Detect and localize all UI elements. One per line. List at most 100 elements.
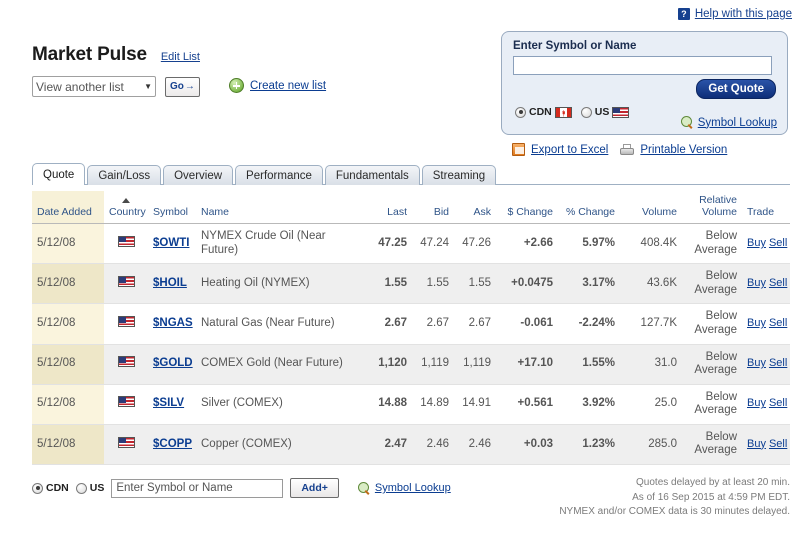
radio-unselected-icon[interactable] (75, 482, 87, 494)
radio-selected-icon[interactable] (32, 482, 43, 494)
add-symbol-lookup-link[interactable]: Symbol Lookup (375, 482, 451, 494)
get-quote-label: Get Quote (708, 83, 764, 95)
create-new-list-link[interactable]: Create new list (250, 80, 326, 92)
col-last[interactable]: Last (368, 191, 412, 225)
cell-last: 14.88 (368, 384, 412, 425)
add-symbol-lookup-row: Symbol Lookup (357, 481, 451, 495)
get-quote-button[interactable]: Get Quote (696, 79, 776, 99)
radio-unselected-icon[interactable] (580, 106, 592, 118)
usa-flag-icon (117, 316, 135, 328)
cell-percent-change: 5.97% (558, 223, 620, 265)
cell-country (104, 303, 148, 345)
symbol-link[interactable]: $GOLD (153, 357, 193, 369)
tab-overview[interactable]: Overview (163, 165, 234, 185)
col-ask-label: Ask (473, 206, 491, 219)
cell-ask: 1.55 (454, 263, 496, 305)
cell-trade: Buy Sell (742, 424, 790, 465)
sell-link[interactable]: Sell (769, 397, 787, 409)
view-another-list-value: View another list (36, 79, 124, 94)
sell-link[interactable]: Sell (769, 277, 787, 289)
sell-link[interactable]: Sell (769, 357, 787, 369)
buy-link[interactable]: Buy (747, 277, 766, 289)
add-symbol-input[interactable]: Enter Symbol or Name (111, 478, 284, 498)
col-last-label: Last (387, 206, 407, 219)
cell-trade: Buy Sell (742, 344, 790, 385)
quotes-table-body: 5/12/08 $OWTI NYMEX Crude Oil (Near Future… (32, 223, 790, 465)
col-volume[interactable]: Volume (620, 191, 682, 225)
quote-market-radios: CDN US (515, 106, 630, 118)
col-date-added[interactable]: Date Added (32, 191, 104, 225)
quotes-table-wrap: Date Added Country Symbol Name Last Bid … (32, 191, 790, 465)
quote-symbol-input[interactable] (513, 56, 772, 75)
tab-quote[interactable]: Quote (32, 163, 86, 186)
tab-quote-label: Quote (43, 168, 75, 181)
tab-gain-loss[interactable]: Gain/Loss (87, 165, 162, 185)
cell-bid: 47.24 (412, 223, 454, 265)
disclaimer-line-1: Quotes delayed by at least 20 min. (636, 477, 790, 488)
quotes-table: Date Added Country Symbol Name Last Bid … (32, 191, 790, 465)
buy-link[interactable]: Buy (747, 317, 766, 329)
buy-link[interactable]: Buy (747, 397, 766, 409)
col-ask[interactable]: Ask (454, 191, 496, 225)
quote-radio-us[interactable]: US (580, 106, 630, 118)
printable-version-link[interactable]: Printable Version (640, 144, 727, 156)
cell-volume: 408.4K (620, 223, 682, 265)
canada-flag-icon (554, 106, 572, 118)
symbol-link[interactable]: $COPP (153, 438, 192, 450)
disclaimer-line-3: NYMEX and/or COMEX data is 30 minutes de… (559, 506, 790, 517)
cell-relative-volume: Below Average (682, 223, 742, 265)
add-radio-us[interactable]: US (75, 482, 104, 494)
cell-name: Silver (COMEX) (196, 384, 368, 425)
tab-streaming-label: Streaming (432, 169, 486, 182)
usa-flag-icon (117, 356, 135, 368)
col-relative-volume[interactable]: Relative Volume (682, 191, 742, 225)
symbol-link[interactable]: $SILV (153, 397, 184, 409)
cell-bid: 1,119 (412, 344, 454, 385)
buy-link[interactable]: Buy (747, 438, 766, 450)
tab-performance[interactable]: Performance (235, 165, 323, 185)
col-name[interactable]: Name (196, 191, 368, 225)
buy-link[interactable]: Buy (747, 237, 766, 249)
add-button[interactable]: Add+ (290, 478, 339, 498)
cell-ask: 1,119 (454, 344, 496, 385)
sell-link[interactable]: Sell (769, 438, 787, 450)
col-country[interactable]: Country (104, 191, 148, 225)
cell-dollar-change: +0.561 (496, 384, 558, 425)
col-bid[interactable]: Bid (412, 191, 454, 225)
tab-streaming[interactable]: Streaming (421, 165, 497, 185)
go-button[interactable]: Go → (165, 76, 200, 97)
help-with-this-page-link[interactable]: Help with this page (695, 8, 792, 20)
cell-symbol: $COPP (148, 424, 196, 465)
col-name-label: Name (201, 206, 230, 219)
chevron-down-icon: ▼ (144, 82, 152, 91)
go-button-label: Go (170, 81, 184, 92)
quote-symbol-lookup-link[interactable]: Symbol Lookup (698, 117, 777, 129)
view-another-list-select[interactable]: View another list ▼ (32, 76, 156, 97)
buy-link[interactable]: Buy (747, 357, 766, 369)
symbol-link[interactable]: $NGAS (153, 317, 193, 329)
tab-fundamentals[interactable]: Fundamentals (324, 165, 420, 185)
col-percent-change[interactable]: % Change (558, 191, 620, 225)
radio-selected-icon[interactable] (515, 106, 526, 118)
symbol-link[interactable]: $OWTI (153, 237, 189, 249)
add-symbol-placeholder: Enter Symbol or Name (116, 482, 233, 494)
cell-dollar-change: +0.0475 (496, 263, 558, 305)
sell-link[interactable]: Sell (769, 237, 787, 249)
col-dollar-change-label: $ Change (507, 206, 553, 219)
cell-symbol: $OWTI (148, 223, 196, 265)
usa-flag-icon (117, 235, 135, 247)
cell-relative-volume: Below Average (682, 424, 742, 465)
quote-radio-cdn[interactable]: CDN (515, 106, 572, 118)
add-radio-cdn[interactable]: CDN (32, 482, 69, 494)
cell-symbol: $SILV (148, 384, 196, 425)
symbol-link[interactable]: $HOIL (153, 277, 187, 289)
edit-list-link[interactable]: Edit List (161, 51, 200, 63)
cell-country (104, 424, 148, 465)
cell-date-added: 5/12/08 (32, 223, 104, 265)
cell-date-added: 5/12/08 (32, 344, 104, 385)
col-symbol[interactable]: Symbol (148, 191, 196, 225)
export-to-excel-link[interactable]: Export to Excel (531, 144, 608, 156)
col-dollar-change[interactable]: $ Change (496, 191, 558, 225)
sell-link[interactable]: Sell (769, 317, 787, 329)
cell-country (104, 223, 148, 265)
